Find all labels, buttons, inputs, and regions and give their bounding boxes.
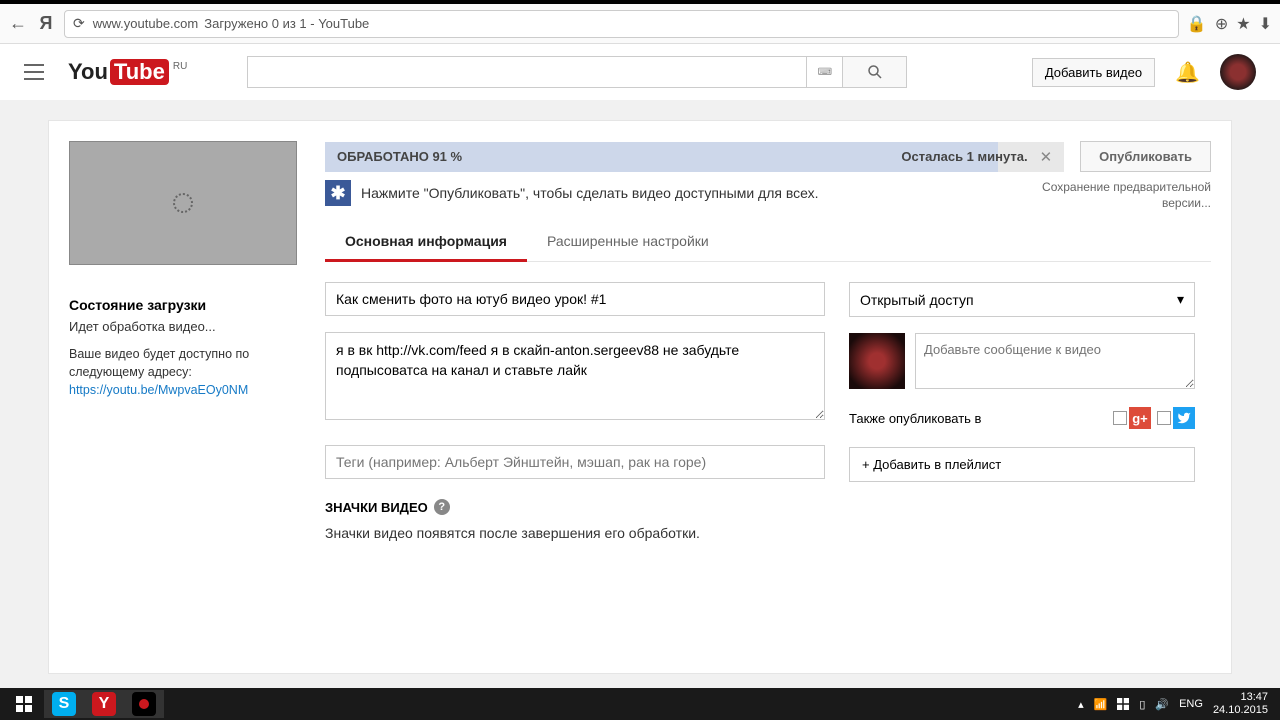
zoom-icon[interactable]: ⊕ [1215,14,1228,34]
search-button[interactable] [843,56,907,88]
wifi-icon[interactable]: 📶 [1094,698,1108,711]
yandex-logo[interactable]: Я [36,14,56,34]
also-publish-label: Также опубликовать в [849,411,981,426]
chevron-down-icon: ▾ [1177,291,1184,308]
battery-icon[interactable]: ▯ [1139,698,1145,711]
progress-label: ОБРАБОТАНО 91 % [337,149,462,164]
tab-basic-info[interactable]: Основная информация [325,223,527,262]
publish-hint: Нажмите "Опубликовать", чтобы сделать ви… [361,185,1011,201]
twitter-checkbox[interactable] [1157,411,1171,425]
video-title-input[interactable] [325,282,825,316]
upload-container: Состояние загрузки Идет обработка видео.… [48,120,1232,674]
star-icon[interactable]: ★ [1236,14,1250,34]
taskbar-recorder[interactable] [124,690,164,718]
add-to-playlist-button[interactable]: + Добавить в плейлист [849,447,1195,482]
processing-text: Идет обработка видео... [69,319,301,334]
cancel-upload-icon[interactable]: ✕ [1040,148,1053,166]
language-indicator[interactable]: ENG [1179,698,1203,710]
page-title-text: Загружено 0 из 1 - YouTube [204,16,369,31]
tray-up-icon[interactable]: ▴ [1078,698,1084,711]
reload-icon[interactable]: ⟳ [73,15,85,32]
start-button[interactable] [4,690,44,718]
publish-button[interactable]: Опубликовать [1080,141,1211,172]
back-button[interactable]: ← [8,14,28,34]
privacy-dropdown[interactable]: Открытый доступ ▾ [849,282,1195,317]
thumbnails-pending-text: Значки видео появятся после завершения е… [325,525,825,541]
browser-toolbar: ← Я ⟳ www.youtube.com Загружено 0 из 1 -… [0,4,1280,44]
help-icon[interactable]: ? [434,499,450,515]
lock-icon: 🔒 [1187,14,1207,34]
tray-windows-icon[interactable] [1117,698,1129,710]
avatar[interactable] [1220,54,1256,90]
search-input[interactable] [247,56,807,88]
url-text: www.youtube.com [93,16,199,31]
keyboard-icon[interactable]: ⌨ [807,56,843,88]
youtube-logo[interactable]: YouTube [68,59,169,85]
menu-icon[interactable] [24,64,44,80]
spinner-icon [173,193,193,213]
volume-icon[interactable]: 🔊 [1155,698,1169,711]
thumbnails-section-title: ЗНАЧКИ ВИДЕО ? [325,499,825,515]
upload-button[interactable]: Добавить видео [1032,58,1155,87]
notifications-icon[interactable]: 🔔 [1175,60,1200,85]
time-remaining: Осталась 1 минута. [901,149,1027,164]
share-message-input[interactable] [915,333,1195,389]
info-badge-icon: ✱ [325,180,351,206]
download-icon[interactable]: ⬇ [1259,14,1272,34]
region-label: RU [173,61,187,72]
video-url-link[interactable]: https://youtu.be/MwpvaEOy0NM [69,383,248,397]
tags-input[interactable] [325,445,825,479]
clock[interactable]: 13:47 24.10.2015 [1213,691,1268,717]
video-description-input[interactable] [325,332,825,420]
google-plus-icon: g+ [1129,407,1151,429]
tab-advanced-settings[interactable]: Расширенные настройки [527,223,729,261]
url-bar[interactable]: ⟳ www.youtube.com Загружено 0 из 1 - You… [64,10,1179,38]
youtube-header: YouTube RU ⌨ Добавить видео 🔔 [0,44,1280,100]
windows-taskbar: S Y ▴ 📶 ▯ 🔊 ENG 13:47 24.10.2015 [0,688,1280,720]
tabs: Основная информация Расширенные настройк… [325,223,1211,262]
gplus-checkbox[interactable] [1113,411,1127,425]
taskbar-skype[interactable]: S [44,690,84,718]
availability-text: Ваше видео будет доступно по следующему … [69,346,301,381]
taskbar-yandex[interactable]: Y [84,690,124,718]
share-thumbnail [849,333,905,389]
saving-status: Сохранение предварительной версии... [1031,180,1211,211]
upload-status-title: Состояние загрузки [69,297,301,313]
video-thumbnail-placeholder [69,141,297,265]
twitter-icon [1173,407,1195,429]
processing-progress-bar: ОБРАБОТАНО 91 % Осталась 1 минута. ✕ [325,142,1064,172]
